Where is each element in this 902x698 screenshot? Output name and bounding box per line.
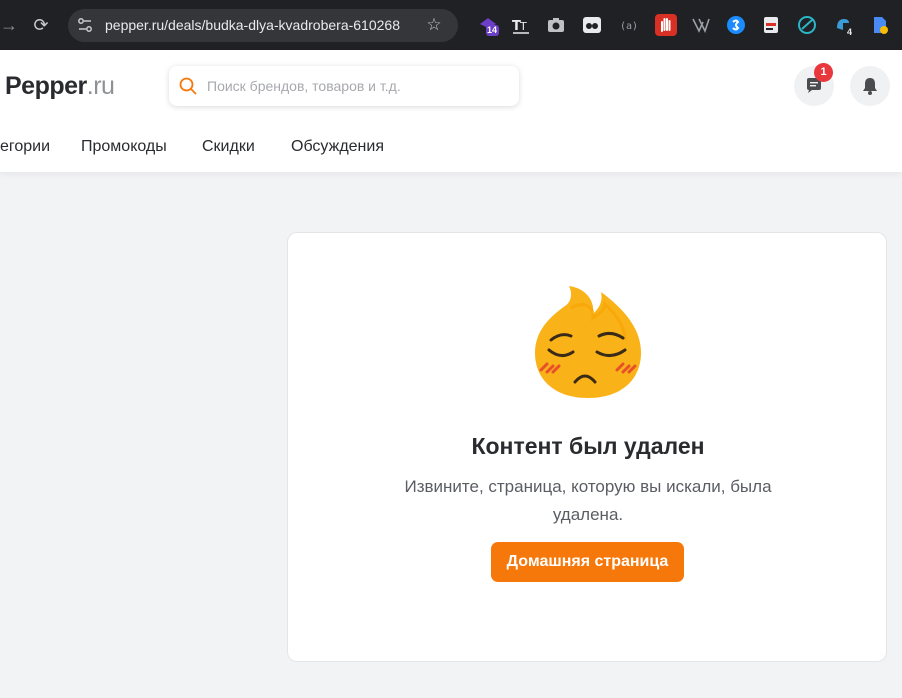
browser-toolbar: → ⟳ pepper.ru/deals/budka-dlya-kvadrober…: [0, 0, 902, 50]
pepper-logo[interactable]: Pepper.ru: [5, 72, 115, 101]
extension-icon-4[interactable]: [581, 14, 603, 36]
page-title: Контент был удален: [471, 433, 705, 459]
search-input[interactable]: [207, 76, 507, 96]
home-page-button[interactable]: Домашняя страница: [491, 542, 684, 582]
bookmark-star-icon[interactable]: ☆: [424, 15, 444, 35]
svg-text:T: T: [519, 20, 527, 33]
extension-icon-7[interactable]: [690, 14, 712, 36]
extension-icon-12[interactable]: [869, 14, 891, 36]
site-info-icon[interactable]: [76, 16, 94, 34]
extension-icon-9[interactable]: [760, 14, 782, 36]
reload-icon[interactable]: ⟳: [30, 14, 52, 36]
extension-icon-1[interactable]: 14: [477, 14, 499, 36]
site-header: Pepper.ru 1 егории Промокоды Скидки Обсу…: [0, 50, 902, 172]
extension-icon-10[interactable]: [796, 14, 818, 36]
address-bar[interactable]: pepper.ru/deals/budka-dlya-kvadrobera-61…: [68, 9, 458, 42]
url-text[interactable]: pepper.ru/deals/budka-dlya-kvadrobera-61…: [105, 17, 400, 33]
bell-icon: [863, 78, 877, 95]
logo-tld: .ru: [86, 72, 115, 100]
extension-icon-5[interactable]: (a): [617, 14, 639, 36]
logo-main: Pepper: [5, 72, 87, 100]
hand-extension-icon[interactable]: [655, 14, 677, 36]
deleted-content-card: Контент был удален Извините, страница, к…: [287, 232, 887, 662]
forward-arrow-icon[interactable]: →: [0, 15, 18, 35]
messages-button[interactable]: 1: [794, 63, 834, 106]
search-box[interactable]: [169, 66, 519, 106]
camera-extension-icon[interactable]: [545, 14, 567, 36]
notifications-button[interactable]: [850, 66, 890, 106]
nav-item-categories[interactable]: егории: [0, 138, 50, 156]
error-message: Извините, страница, которую вы искали, б…: [404, 477, 772, 524]
translate-extension-icon[interactable]: TT: [510, 14, 532, 36]
search-icon: [179, 77, 197, 95]
nav-item-promocodes[interactable]: Промокоды: [81, 138, 167, 156]
sad-flame-mascot-icon: [535, 286, 641, 398]
nav-item-discussions[interactable]: Обсуждения: [291, 138, 384, 156]
svg-text:(a): (a): [620, 21, 638, 32]
shazam-extension-icon[interactable]: [725, 14, 747, 36]
extension-badge: 14: [487, 25, 498, 35]
messages-badge: 1: [814, 63, 833, 82]
extension-icon-11[interactable]: 4: [833, 14, 855, 37]
extension-badge: 4: [847, 27, 853, 37]
nav-item-discounts[interactable]: Скидки: [202, 138, 255, 156]
